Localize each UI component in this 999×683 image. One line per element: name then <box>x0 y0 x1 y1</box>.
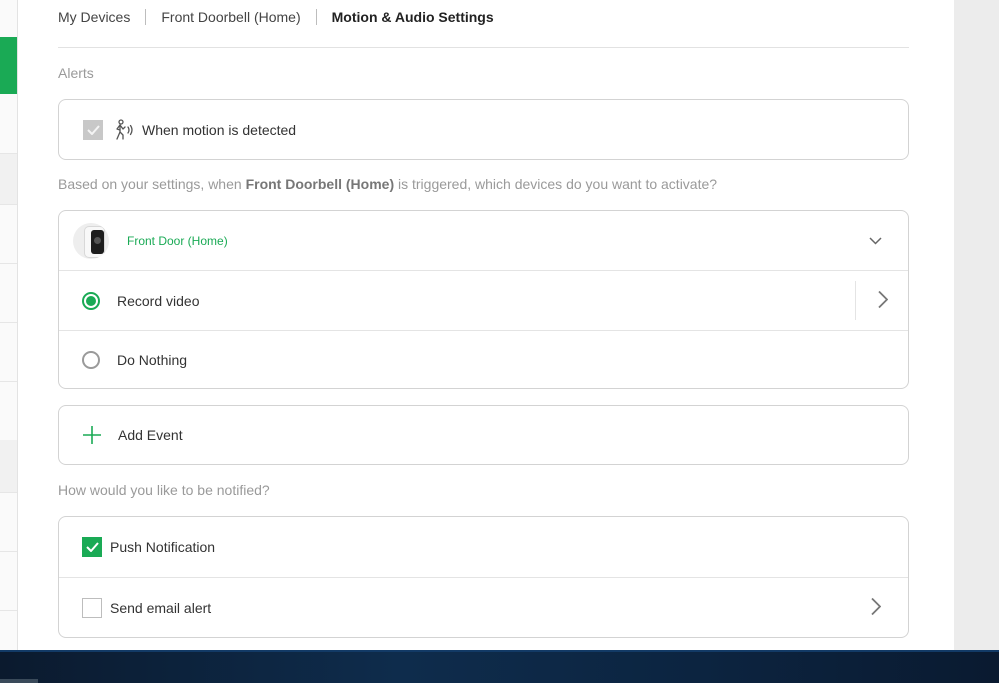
sidebar-item[interactable] <box>0 154 17 204</box>
sidebar-divider <box>0 322 17 323</box>
add-event-label: Add Event <box>118 427 183 443</box>
sidebar-divider <box>0 492 17 493</box>
plus-icon <box>82 425 102 445</box>
motion-alert-label: When motion is detected <box>142 121 297 138</box>
right-side-panel <box>954 0 999 650</box>
row-divider <box>855 281 856 320</box>
breadcrumb-divider <box>315 9 317 25</box>
motion-alert-checkbox[interactable] <box>83 119 103 140</box>
trigger-prompt: Based on your settings, when Front Doorb… <box>58 176 717 192</box>
trigger-prompt-suffix: is triggered, which devices do you want … <box>394 176 718 192</box>
chevron-right-icon[interactable] <box>871 597 882 618</box>
email-alert-label: Send email alert <box>110 599 212 616</box>
add-event-button[interactable]: Add Event <box>59 406 908 464</box>
breadcrumb: My Devices Front Doorbell (Home) Motion … <box>58 6 494 28</box>
trigger-prompt-device: Front Doorbell (Home) <box>245 176 395 192</box>
do-nothing-label: Do Nothing <box>117 351 188 368</box>
push-notification-checkbox[interactable] <box>82 537 102 557</box>
os-taskbar <box>0 650 999 683</box>
email-alert-checkbox[interactable] <box>82 597 102 618</box>
sidebar-item[interactable] <box>0 440 17 492</box>
device-header-row[interactable]: Front Door (Home) <box>59 211 908 270</box>
add-event-card[interactable]: Add Event <box>58 405 909 465</box>
option-do-nothing[interactable]: Do Nothing <box>59 330 908 388</box>
push-notification-row[interactable]: Push Notification <box>59 517 908 577</box>
record-video-label: Record video <box>117 292 200 309</box>
alerts-section-label: Alerts <box>58 65 94 81</box>
sidebar-divider <box>0 263 17 264</box>
push-notification-label: Push Notification <box>110 539 216 555</box>
device-action-card: Front Door (Home) Record video Do Nothin… <box>58 210 909 389</box>
chevron-down-icon[interactable] <box>869 236 882 245</box>
record-video-radio[interactable] <box>82 291 100 310</box>
sidebar-divider <box>0 610 17 611</box>
sidebar-divider <box>0 381 17 382</box>
option-record-video[interactable]: Record video <box>59 270 908 330</box>
chevron-right-icon[interactable] <box>878 290 889 311</box>
breadcrumb-divider <box>145 9 147 25</box>
trigger-prompt-prefix: Based on your settings, when <box>58 176 246 192</box>
do-nothing-radio[interactable] <box>82 350 100 369</box>
motion-alert-card: When motion is detected <box>58 99 909 160</box>
device-thumbnail <box>73 222 109 259</box>
breadcrumb-my-devices[interactable]: My Devices <box>58 9 130 25</box>
header-divider <box>58 47 909 48</box>
start-button[interactable] <box>0 679 38 683</box>
device-name: Front Door (Home) <box>127 233 228 248</box>
breadcrumb-current-page: Motion & Audio Settings <box>331 9 494 25</box>
motion-alert-row[interactable]: When motion is detected <box>59 100 908 159</box>
sidebar-active-indicator[interactable] <box>0 37 17 94</box>
email-alert-row[interactable]: Send email alert <box>59 577 908 637</box>
notification-card: Push Notification Send email alert <box>58 516 909 638</box>
notify-section-label: How would you like to be notified? <box>58 482 270 498</box>
sidebar-divider <box>0 551 17 552</box>
motion-person-icon <box>112 118 134 141</box>
sidebar <box>0 0 18 650</box>
breadcrumb-device[interactable]: Front Doorbell (Home) <box>161 9 300 25</box>
sidebar-divider <box>0 204 17 205</box>
